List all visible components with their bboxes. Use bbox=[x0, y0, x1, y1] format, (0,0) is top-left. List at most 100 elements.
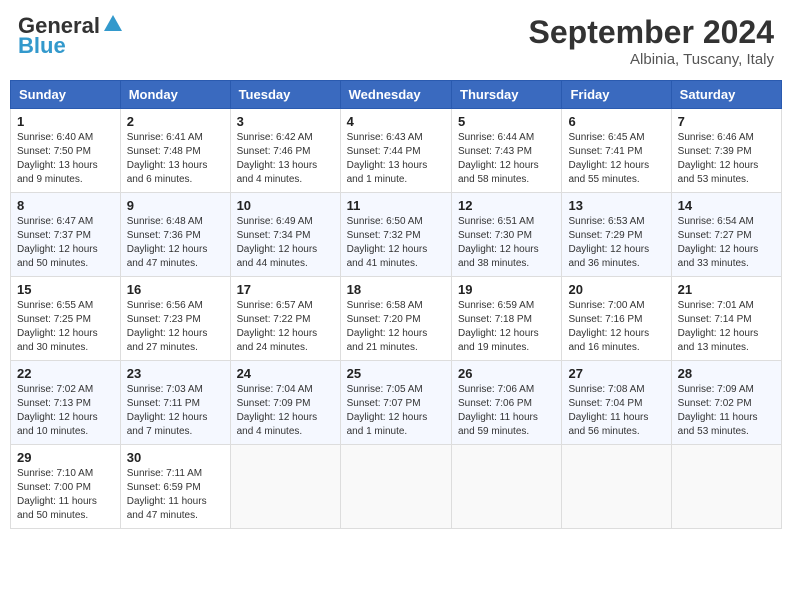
calendar-cell: 2 Sunrise: 6:41 AM Sunset: 7:48 PM Daylig… bbox=[120, 109, 230, 193]
day-number: 21 bbox=[678, 282, 775, 297]
day-info: Sunrise: 7:02 AM Sunset: 7:13 PM Dayligh… bbox=[17, 383, 114, 439]
day-number: 24 bbox=[237, 366, 334, 381]
day-number: 18 bbox=[347, 282, 445, 297]
header-sunday: Sunday bbox=[11, 81, 121, 109]
calendar-week-1: 1 Sunrise: 6:40 AM Sunset: 7:50 PM Daylig… bbox=[11, 109, 782, 193]
header-friday: Friday bbox=[562, 81, 671, 109]
month-title: September 2024 bbox=[529, 14, 774, 51]
day-number: 8 bbox=[17, 198, 114, 213]
calendar-cell bbox=[671, 445, 781, 529]
calendar-cell bbox=[340, 445, 451, 529]
calendar-cell: 19 Sunrise: 6:59 AM Sunset: 7:18 PM Dayli… bbox=[452, 277, 562, 361]
day-info: Sunrise: 6:40 AM Sunset: 7:50 PM Dayligh… bbox=[17, 131, 114, 187]
page-header: General Blue September 2024 Albinia, Tus… bbox=[10, 10, 782, 72]
calendar-header-row: SundayMondayTuesdayWednesdayThursdayFrid… bbox=[11, 81, 782, 109]
calendar-cell: 9 Sunrise: 6:48 AM Sunset: 7:36 PM Daylig… bbox=[120, 193, 230, 277]
calendar-week-4: 22Sunrise: 7:02 AM Sunset: 7:13 PM Dayli… bbox=[11, 361, 782, 445]
calendar-week-2: 8 Sunrise: 6:47 AM Sunset: 7:37 PM Daylig… bbox=[11, 193, 782, 277]
calendar-cell: 14 Sunrise: 6:54 AM Sunset: 7:27 PM Dayli… bbox=[671, 193, 781, 277]
day-info: Sunrise: 6:51 AM Sunset: 7:30 PM Dayligh… bbox=[458, 215, 555, 271]
title-block: September 2024 Albinia, Tuscany, Italy bbox=[529, 14, 774, 68]
calendar-cell: 25 Sunrise: 7:05 AM Sunset: 7:07 PM Dayli… bbox=[340, 361, 451, 445]
logo-icon bbox=[102, 13, 124, 35]
day-number: 29 bbox=[17, 450, 114, 465]
header-saturday: Saturday bbox=[671, 81, 781, 109]
day-number: 13 bbox=[568, 198, 664, 213]
calendar-cell bbox=[562, 445, 671, 529]
day-number: 30 bbox=[127, 450, 224, 465]
day-info: Sunrise: 6:41 AM Sunset: 7:48 PM Dayligh… bbox=[127, 131, 224, 187]
day-number: 9 bbox=[127, 198, 224, 213]
day-number: 19 bbox=[458, 282, 555, 297]
day-number: 2 bbox=[127, 114, 224, 129]
header-wednesday: Wednesday bbox=[340, 81, 451, 109]
day-info: Sunrise: 7:05 AM Sunset: 7:07 PM Dayligh… bbox=[347, 383, 445, 439]
calendar-cell: 3Sunrise: 6:42 AM Sunset: 7:46 PM Daylig… bbox=[230, 109, 340, 193]
day-number: 16 bbox=[127, 282, 224, 297]
calendar-cell: 20 Sunrise: 7:00 AM Sunset: 7:16 PM Dayli… bbox=[562, 277, 671, 361]
day-info: Sunrise: 7:09 AM Sunset: 7:02 PM Dayligh… bbox=[678, 383, 775, 439]
day-number: 14 bbox=[678, 198, 775, 213]
day-number: 15 bbox=[17, 282, 114, 297]
day-info: Sunrise: 6:56 AM Sunset: 7:23 PM Dayligh… bbox=[127, 299, 224, 355]
day-info: Sunrise: 7:08 AM Sunset: 7:04 PM Dayligh… bbox=[568, 383, 664, 439]
day-number: 10 bbox=[237, 198, 334, 213]
calendar-cell: 21 Sunrise: 7:01 AM Sunset: 7:14 PM Dayli… bbox=[671, 277, 781, 361]
day-info: Sunrise: 6:59 AM Sunset: 7:18 PM Dayligh… bbox=[458, 299, 555, 355]
calendar-cell: 13 Sunrise: 6:53 AM Sunset: 7:29 PM Dayli… bbox=[562, 193, 671, 277]
day-info: Sunrise: 6:57 AM Sunset: 7:22 PM Dayligh… bbox=[237, 299, 334, 355]
calendar-cell: 7 Sunrise: 6:46 AM Sunset: 7:39 PM Daylig… bbox=[671, 109, 781, 193]
calendar-cell: 24 Sunrise: 7:04 AM Sunset: 7:09 PM Dayli… bbox=[230, 361, 340, 445]
calendar-cell bbox=[230, 445, 340, 529]
day-info: Sunrise: 6:49 AM Sunset: 7:34 PM Dayligh… bbox=[237, 215, 334, 271]
day-number: 28 bbox=[678, 366, 775, 381]
day-number: 7 bbox=[678, 114, 775, 129]
day-info: Sunrise: 6:54 AM Sunset: 7:27 PM Dayligh… bbox=[678, 215, 775, 271]
calendar-cell: 10 Sunrise: 6:49 AM Sunset: 7:34 PM Dayli… bbox=[230, 193, 340, 277]
day-number: 3 bbox=[237, 114, 334, 129]
day-info: Sunrise: 7:10 AM Sunset: 7:00 PM Dayligh… bbox=[17, 467, 114, 523]
day-info: Sunrise: 6:50 AM Sunset: 7:32 PM Dayligh… bbox=[347, 215, 445, 271]
calendar-cell: 26Sunrise: 7:06 AM Sunset: 7:06 PM Dayli… bbox=[452, 361, 562, 445]
calendar-week-5: 29 Sunrise: 7:10 AM Sunset: 7:00 PM Dayli… bbox=[11, 445, 782, 529]
day-info: Sunrise: 6:55 AM Sunset: 7:25 PM Dayligh… bbox=[17, 299, 114, 355]
calendar-cell: 8 Sunrise: 6:47 AM Sunset: 7:37 PM Daylig… bbox=[11, 193, 121, 277]
day-info: Sunrise: 6:47 AM Sunset: 7:37 PM Dayligh… bbox=[17, 215, 114, 271]
day-info: Sunrise: 7:01 AM Sunset: 7:14 PM Dayligh… bbox=[678, 299, 775, 355]
header-monday: Monday bbox=[120, 81, 230, 109]
header-tuesday: Tuesday bbox=[230, 81, 340, 109]
calendar-cell: 15 Sunrise: 6:55 AM Sunset: 7:25 PM Dayli… bbox=[11, 277, 121, 361]
day-info: Sunrise: 7:00 AM Sunset: 7:16 PM Dayligh… bbox=[568, 299, 664, 355]
day-info: Sunrise: 6:44 AM Sunset: 7:43 PM Dayligh… bbox=[458, 131, 555, 187]
day-number: 25 bbox=[347, 366, 445, 381]
logo: General Blue bbox=[18, 14, 124, 58]
day-number: 12 bbox=[458, 198, 555, 213]
calendar-cell: 6Sunrise: 6:45 AM Sunset: 7:41 PM Daylig… bbox=[562, 109, 671, 193]
calendar-cell: 12 Sunrise: 6:51 AM Sunset: 7:30 PM Dayli… bbox=[452, 193, 562, 277]
calendar-cell: 5 Sunrise: 6:44 AM Sunset: 7:43 PM Daylig… bbox=[452, 109, 562, 193]
calendar-cell: 4 Sunrise: 6:43 AM Sunset: 7:44 PM Daylig… bbox=[340, 109, 451, 193]
calendar-cell: 16 Sunrise: 6:56 AM Sunset: 7:23 PM Dayli… bbox=[120, 277, 230, 361]
day-number: 6 bbox=[568, 114, 664, 129]
day-info: Sunrise: 6:46 AM Sunset: 7:39 PM Dayligh… bbox=[678, 131, 775, 187]
day-info: Sunrise: 6:53 AM Sunset: 7:29 PM Dayligh… bbox=[568, 215, 664, 271]
logo-text-blue: Blue bbox=[18, 34, 66, 58]
day-number: 4 bbox=[347, 114, 445, 129]
calendar-cell: 1 Sunrise: 6:40 AM Sunset: 7:50 PM Daylig… bbox=[11, 109, 121, 193]
day-number: 27 bbox=[568, 366, 664, 381]
day-number: 26 bbox=[458, 366, 555, 381]
calendar-cell: 27 Sunrise: 7:08 AM Sunset: 7:04 PM Dayli… bbox=[562, 361, 671, 445]
day-number: 5 bbox=[458, 114, 555, 129]
day-number: 20 bbox=[568, 282, 664, 297]
day-info: Sunrise: 7:04 AM Sunset: 7:09 PM Dayligh… bbox=[237, 383, 334, 439]
day-info: Sunrise: 7:11 AM Sunset: 6:59 PM Dayligh… bbox=[127, 467, 224, 523]
day-info: Sunrise: 6:48 AM Sunset: 7:36 PM Dayligh… bbox=[127, 215, 224, 271]
calendar-cell: 11Sunrise: 6:50 AM Sunset: 7:32 PM Dayli… bbox=[340, 193, 451, 277]
calendar-cell: 22Sunrise: 7:02 AM Sunset: 7:13 PM Dayli… bbox=[11, 361, 121, 445]
calendar-cell: 17Sunrise: 6:57 AM Sunset: 7:22 PM Dayli… bbox=[230, 277, 340, 361]
day-info: Sunrise: 6:43 AM Sunset: 7:44 PM Dayligh… bbox=[347, 131, 445, 187]
calendar-cell: 29 Sunrise: 7:10 AM Sunset: 7:00 PM Dayli… bbox=[11, 445, 121, 529]
calendar-cell: 28 Sunrise: 7:09 AM Sunset: 7:02 PM Dayli… bbox=[671, 361, 781, 445]
calendar-table: SundayMondayTuesdayWednesdayThursdayFrid… bbox=[10, 80, 782, 529]
day-number: 1 bbox=[17, 114, 114, 129]
